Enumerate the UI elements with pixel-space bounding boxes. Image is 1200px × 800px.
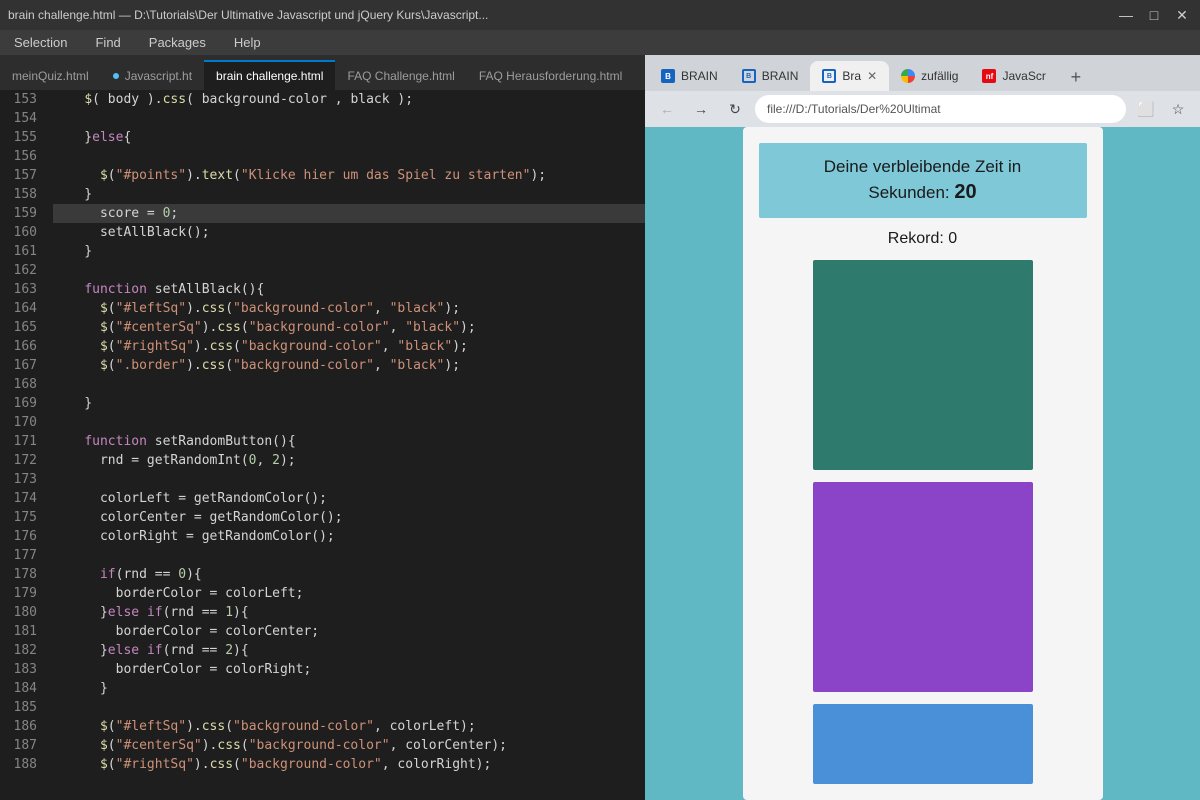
browser-chrome: B BRAIN B BRAIN B Bra ✕ zufällig nf	[645, 55, 1200, 127]
tab-javascript[interactable]: Javascript.ht	[101, 60, 204, 90]
title-bar: brain challenge.html — D:\Tutorials\Der …	[0, 0, 1200, 30]
tab-faq-heraus[interactable]: FAQ Herausforderung.html	[467, 60, 634, 90]
close-button[interactable]: ✕	[1172, 7, 1192, 24]
new-tab-button[interactable]: +	[1062, 63, 1090, 91]
browser-tab-js[interactable]: nf JavaScr	[970, 61, 1057, 91]
game-card: Deine verbleibende Zeit in Sekunden: 20 …	[743, 127, 1103, 800]
color-square-purple[interactable]	[813, 482, 1033, 692]
maximize-button[interactable]: □	[1144, 7, 1164, 24]
browser-tab-brain2-label: BRAIN	[762, 69, 799, 83]
tab-faq-heraus-label: FAQ Herausforderung.html	[479, 69, 622, 83]
tab-faq-label: FAQ Challenge.html	[347, 69, 454, 83]
title-text: brain challenge.html — D:\Tutorials\Der …	[8, 8, 488, 22]
browser-tab-brain1[interactable]: B BRAIN	[649, 61, 730, 91]
back-button[interactable]: ←	[653, 95, 681, 123]
menu-bar: Selection Find Packages Help	[0, 30, 1200, 55]
browser-tabs-bar: B BRAIN B BRAIN B Bra ✕ zufällig nf	[645, 55, 1200, 91]
time-banner: Deine verbleibende Zeit in Sekunden: 20	[759, 143, 1087, 219]
editor-tabs: meinQuiz.html Javascript.ht brain challe…	[0, 55, 645, 90]
google-icon	[901, 69, 915, 83]
reload-button[interactable]: ↻	[721, 95, 749, 123]
url-text: file:///D:/Tutorials/Der%20Ultimat	[767, 102, 1114, 116]
browser-content: Deine verbleibende Zeit in Sekunden: 20 …	[645, 127, 1200, 800]
time-label-line1: Deine verbleibende Zeit in	[824, 157, 1022, 176]
tab-script[interactable]: script.js	[634, 60, 645, 90]
minimize-button[interactable]: —	[1116, 7, 1136, 24]
color-square-teal[interactable]	[813, 260, 1033, 470]
rekord-value: 0	[948, 230, 957, 247]
editor-panel: meinQuiz.html Javascript.ht brain challe…	[0, 55, 645, 800]
browser-nav-bar: ← → ↻ file:///D:/Tutorials/Der%20Ultimat…	[645, 91, 1200, 127]
brain-outline-icon2: B	[822, 69, 836, 83]
time-label-line2: Sekunden:	[868, 183, 949, 202]
tab-meinquiz-label: meinQuiz.html	[12, 69, 89, 83]
code-content: $( body ).css( background-color , black …	[45, 90, 645, 800]
color-square-blue[interactable]	[813, 704, 1033, 784]
main-area: meinQuiz.html Javascript.ht brain challe…	[0, 55, 1200, 800]
nav-extras: ⬜ ☆	[1132, 95, 1192, 123]
brain-outline-icon: B	[742, 69, 756, 83]
tab-dot	[113, 73, 119, 79]
tab-close-icon[interactable]: ✕	[867, 69, 877, 83]
line-numbers: 1531541551561571581591601611621631641651…	[0, 90, 45, 800]
browser-tab-bra[interactable]: B Bra ✕	[810, 61, 889, 91]
browser-tab-bra-label: Bra	[842, 69, 861, 83]
nf-icon: nf	[982, 69, 996, 83]
browser-tab-zuf[interactable]: zufällig	[889, 61, 970, 91]
time-value: 20	[954, 181, 976, 203]
browser-tab-brain1-label: BRAIN	[681, 69, 718, 83]
menu-help[interactable]: Help	[228, 33, 267, 52]
menu-selection[interactable]: Selection	[8, 33, 73, 52]
browser-tab-brain2[interactable]: B BRAIN	[730, 61, 811, 91]
rekord-text: Rekord: 0	[759, 230, 1087, 248]
menu-find[interactable]: Find	[89, 33, 126, 52]
browser-panel: B BRAIN B BRAIN B Bra ✕ zufällig nf	[645, 55, 1200, 800]
tab-faq-challenge[interactable]: FAQ Challenge.html	[335, 60, 466, 90]
tab-javascript-label: Javascript.ht	[125, 69, 192, 83]
address-bar[interactable]: file:///D:/Tutorials/Der%20Ultimat	[755, 95, 1126, 123]
window-controls: — □ ✕	[1116, 7, 1192, 24]
brain-filled-icon: B	[661, 69, 675, 83]
tab-brain-challenge[interactable]: brain challenge.html	[204, 60, 335, 90]
tab-brain-label: brain challenge.html	[216, 69, 323, 83]
forward-button[interactable]: →	[687, 95, 715, 123]
menu-packages[interactable]: Packages	[143, 33, 212, 52]
browser-tab-js-label: JavaScr	[1002, 69, 1045, 83]
tab-meinquiz[interactable]: meinQuiz.html	[0, 60, 101, 90]
browser-tab-zuf-label: zufällig	[921, 69, 958, 83]
code-area: 1531541551561571581591601611621631641651…	[0, 90, 645, 800]
bookmark-button[interactable]: ☆	[1164, 95, 1192, 123]
tab-menu-button[interactable]: ⬜	[1132, 95, 1160, 123]
rekord-label: Rekord:	[888, 230, 944, 247]
